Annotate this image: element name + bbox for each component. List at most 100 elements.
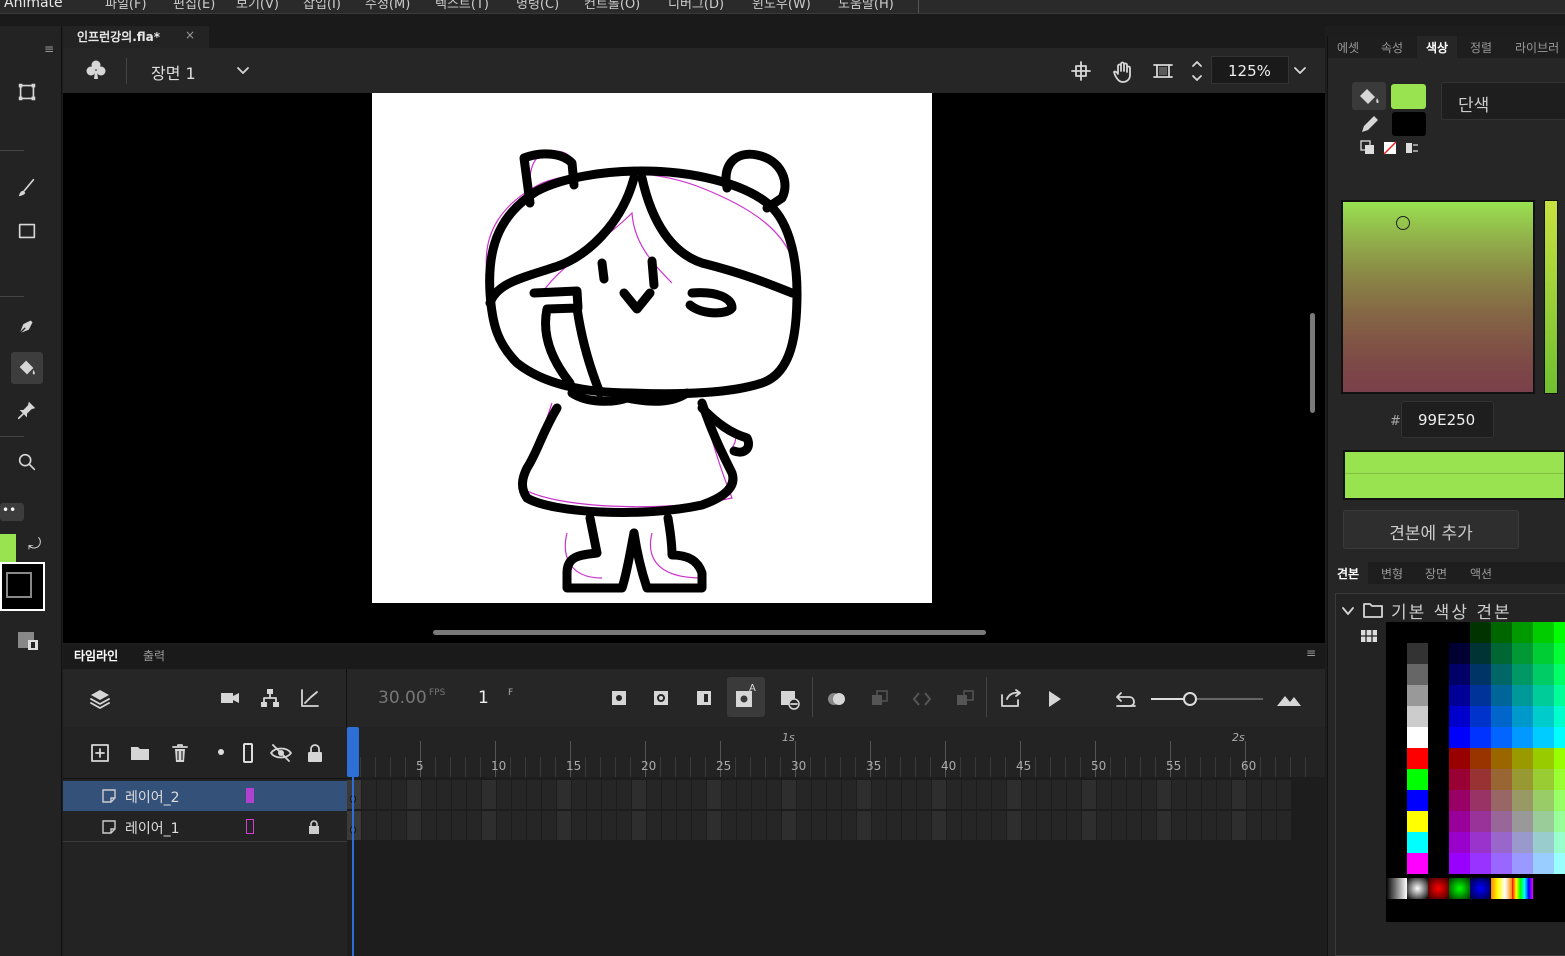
- swatch[interactable]: [1533, 853, 1554, 874]
- frame-grid[interactable]: [347, 779, 1303, 841]
- swatch[interactable]: [1491, 811, 1512, 832]
- frame-cell[interactable]: [512, 780, 526, 809]
- hex-input[interactable]: 99E250: [1401, 401, 1494, 438]
- layer-row[interactable]: 레이어_1: [63, 812, 347, 842]
- swatch[interactable]: [1407, 811, 1428, 832]
- zoom-icon[interactable]: [11, 446, 43, 478]
- menu-item[interactable]: 편집(E): [173, 0, 215, 12]
- swatch[interactable]: [1533, 685, 1554, 706]
- frame-cell[interactable]: [797, 780, 811, 809]
- frame-cell[interactable]: [902, 811, 916, 840]
- new-layer-icon[interactable]: [89, 742, 111, 764]
- frame-cell[interactable]: [812, 811, 826, 840]
- pen-icon[interactable]: [11, 310, 43, 342]
- swatch[interactable]: [1533, 832, 1554, 853]
- swatch[interactable]: [1512, 727, 1533, 748]
- layer-row[interactable]: 레이어_2: [63, 781, 347, 811]
- swatch[interactable]: [1491, 643, 1512, 664]
- frame-cell[interactable]: [1127, 811, 1141, 840]
- menu-item[interactable]: 컨트롤(O): [584, 0, 640, 12]
- frame-cell[interactable]: [977, 811, 991, 840]
- swap-colors-icon[interactable]: ⤾: [28, 534, 41, 554]
- swatch[interactable]: [1407, 727, 1428, 748]
- swatch[interactable]: [1554, 727, 1565, 748]
- swatch[interactable]: [1491, 727, 1512, 748]
- swatch[interactable]: [1470, 643, 1491, 664]
- frame-cell[interactable]: [1052, 780, 1066, 809]
- swatch[interactable]: [1449, 727, 1470, 748]
- swatch[interactable]: [1512, 811, 1533, 832]
- swatch[interactable]: [1491, 706, 1512, 727]
- swatch[interactable]: [1533, 643, 1554, 664]
- swatch[interactable]: [1470, 706, 1491, 727]
- frame-cell[interactable]: [497, 780, 511, 809]
- onion-skin-icon[interactable]: [825, 688, 849, 710]
- frame-cell[interactable]: [842, 780, 856, 809]
- frame-cell[interactable]: [737, 811, 751, 840]
- frame-cell[interactable]: [542, 780, 556, 809]
- hand-icon[interactable]: [1112, 61, 1134, 83]
- frame-cell[interactable]: [647, 811, 661, 840]
- swatch[interactable]: [1491, 622, 1512, 643]
- frame-cell[interactable]: [1232, 811, 1246, 840]
- swatch[interactable]: [1449, 643, 1470, 664]
- swatch[interactable]: [1449, 832, 1470, 853]
- frame-cell[interactable]: [422, 780, 436, 809]
- frame-cell[interactable]: [1172, 811, 1186, 840]
- frame-cell[interactable]: [692, 780, 706, 809]
- frame-cell[interactable]: [587, 811, 601, 840]
- frame-cell[interactable]: [962, 811, 976, 840]
- outline-icon[interactable]: [243, 743, 253, 763]
- swatch-grid[interactable]: [1386, 622, 1565, 922]
- frame-cell[interactable]: [1067, 780, 1081, 809]
- menu-item[interactable]: 명령(C): [516, 0, 559, 12]
- frame-cell[interactable]: [467, 780, 481, 809]
- frame-cell[interactable]: [557, 811, 571, 840]
- swatch[interactable]: [1449, 685, 1470, 706]
- frame-cell[interactable]: [947, 780, 961, 809]
- frame-cell[interactable]: [1022, 811, 1036, 840]
- gradient-swatch[interactable]: [1512, 878, 1533, 899]
- frame-cell[interactable]: [827, 780, 841, 809]
- swatch[interactable]: [1512, 790, 1533, 811]
- object-drawing-icon[interactable]: [16, 630, 42, 652]
- frame-cell[interactable]: [842, 811, 856, 840]
- swatch[interactable]: [1470, 769, 1491, 790]
- undo-icon[interactable]: [1113, 688, 1137, 710]
- frame-cell[interactable]: [1262, 811, 1276, 840]
- insert-keyframe-icon[interactable]: [609, 688, 629, 708]
- swatch[interactable]: [1512, 706, 1533, 727]
- document-tab[interactable]: 인프런강의.fla* ×: [63, 26, 209, 48]
- frame-cell[interactable]: [932, 780, 946, 809]
- rectangle-icon[interactable]: [11, 215, 43, 247]
- frame-cell[interactable]: [692, 811, 706, 840]
- swatch[interactable]: [1491, 685, 1512, 706]
- frame-cell[interactable]: [482, 811, 496, 840]
- trash-icon[interactable]: [169, 742, 191, 764]
- frame-cell[interactable]: [932, 811, 946, 840]
- frame-cell[interactable]: [947, 811, 961, 840]
- tab-properties[interactable]: 속성: [1381, 39, 1403, 56]
- swatch[interactable]: [1470, 727, 1491, 748]
- close-icon[interactable]: ×: [185, 28, 195, 42]
- swatch[interactable]: [1554, 811, 1565, 832]
- frame-cell[interactable]: [527, 780, 541, 809]
- club-icon[interactable]: [85, 59, 107, 81]
- brush-icon[interactable]: [11, 172, 43, 204]
- color-mode-icons[interactable]: [1360, 140, 1420, 156]
- tab-actions[interactable]: 액션: [1470, 565, 1492, 582]
- center-stage-icon[interactable]: [1071, 61, 1091, 81]
- frame-cell[interactable]: [377, 780, 391, 809]
- frame-cell[interactable]: [767, 780, 781, 809]
- swatch[interactable]: [1407, 790, 1428, 811]
- menu-item[interactable]: 텍스트(T): [435, 0, 489, 12]
- frame-cell[interactable]: [707, 811, 721, 840]
- frame-cell[interactable]: [977, 780, 991, 809]
- tab-library[interactable]: 라이브러: [1515, 39, 1559, 56]
- frame-cell[interactable]: [872, 811, 886, 840]
- frame-cell[interactable]: [617, 780, 631, 809]
- swatch[interactable]: [1533, 811, 1554, 832]
- frame-cell[interactable]: [1277, 780, 1291, 809]
- menu-item[interactable]: 보기(V): [236, 0, 279, 12]
- frame-cell[interactable]: [557, 780, 571, 809]
